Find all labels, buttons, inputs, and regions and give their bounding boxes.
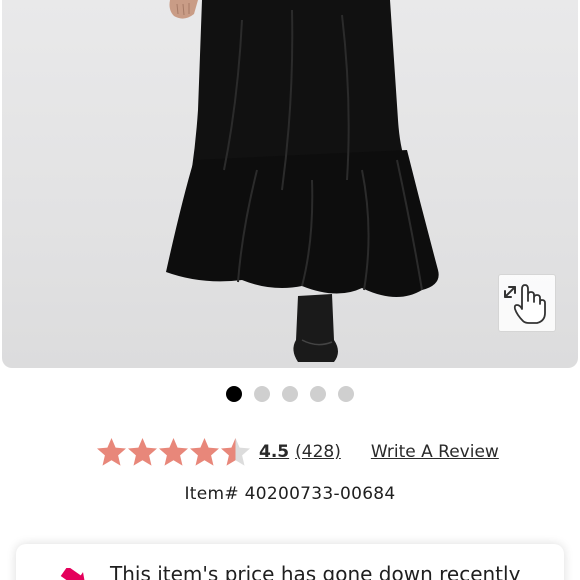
carousel-dot[interactable]	[254, 386, 270, 402]
star-icon	[221, 437, 250, 466]
write-review-link[interactable]: Write A Review	[371, 442, 499, 462]
rating-row: 4.5 (428) Write A Review	[96, 434, 499, 470]
star-icon	[128, 437, 157, 466]
price-drop-message: This item's price has gone down recently	[110, 562, 521, 580]
item-number: Item# 40200733-00684	[184, 484, 396, 504]
price-drop-arrow-icon	[60, 568, 86, 580]
star-icon	[97, 437, 126, 466]
carousel-dot[interactable]	[282, 386, 298, 402]
star-icon	[159, 437, 188, 466]
star-rating	[96, 437, 251, 468]
star-icon	[190, 437, 219, 466]
zoom-button[interactable]	[498, 274, 556, 332]
rating-count-link[interactable]: (428)	[295, 442, 341, 462]
carousel-dots	[0, 386, 580, 404]
product-image[interactable]	[2, 0, 578, 368]
carousel-dot[interactable]	[310, 386, 326, 402]
rating-value[interactable]: 4.5	[259, 442, 289, 462]
skirt-illustration	[166, 0, 439, 362]
carousel-dot[interactable]	[226, 386, 242, 402]
hand-pinch-zoom-icon	[504, 284, 546, 324]
carousel-dot[interactable]	[338, 386, 354, 402]
price-drop-card: This item's price has gone down recently	[16, 544, 564, 580]
